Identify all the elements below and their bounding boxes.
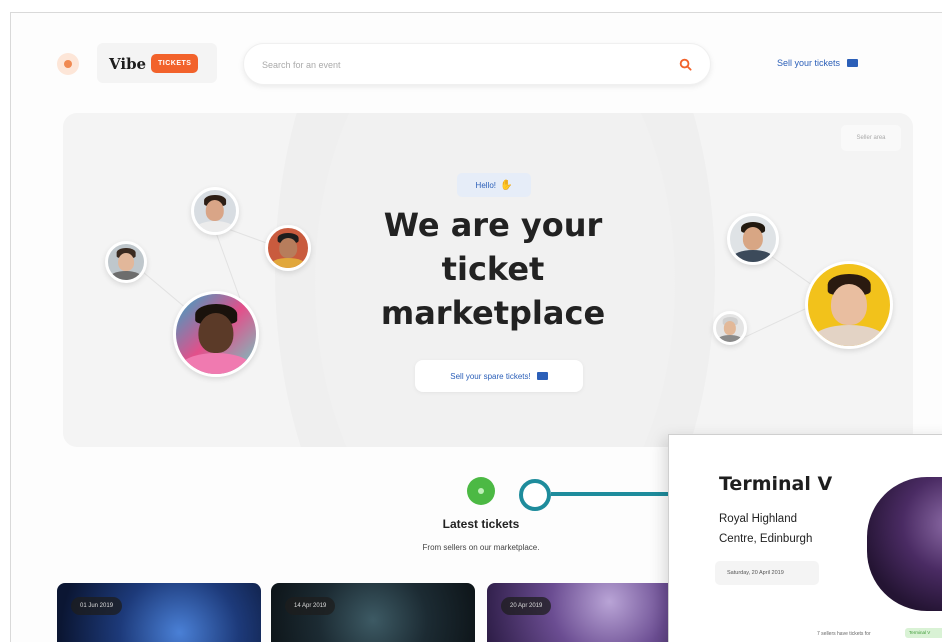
- hero-title-line: marketplace: [380, 294, 606, 332]
- hero-corner-button[interactable]: Seller area: [841, 125, 901, 151]
- step-indicator-active: [467, 477, 495, 505]
- sell-tickets-label: Sell your tickets: [777, 58, 841, 68]
- event-sellers-text: 7 sellers have tickets for: [817, 631, 871, 637]
- event-image: [867, 477, 942, 611]
- event-venue-line: Royal Highland: [719, 513, 797, 525]
- latest-tickets-subtitle: From sellers on our marketplace.: [422, 543, 540, 552]
- hero-section: Seller area Hello! ✋ We are your ticket …: [63, 113, 913, 447]
- avatar: [727, 213, 779, 265]
- ticket-card[interactable]: 20 Apr 2019: [487, 583, 691, 642]
- ticket-date: 20 Apr 2019: [501, 597, 552, 615]
- callout-connector: [551, 492, 671, 496]
- event-tag[interactable]: Terminal V: [905, 628, 942, 638]
- menu-icon: [64, 60, 72, 68]
- hero-title: We are your ticket marketplace: [353, 203, 633, 335]
- hero-title-line: We are your: [383, 206, 603, 244]
- avatar: [265, 225, 311, 271]
- avatar: [713, 311, 747, 345]
- event-venue-line: Centre, Edinburgh: [719, 533, 813, 545]
- app-frame: Vibe TICKETS Sell your tickets Seller ar…: [10, 12, 942, 642]
- ticket-card[interactable]: 01 Jun 2019: [57, 583, 261, 642]
- greeting-badge: Hello! ✋: [457, 173, 531, 197]
- avatar: [173, 291, 259, 377]
- event-detail-popup[interactable]: Terminal V Royal Highland Centre, Edinbu…: [668, 434, 942, 642]
- ticket-icon: [847, 59, 859, 67]
- avatar: [191, 187, 239, 235]
- sell-spare-tickets-button[interactable]: Sell your spare tickets!: [415, 360, 583, 392]
- search-bar: [243, 43, 711, 85]
- ticket-date: 01 Jun 2019: [71, 597, 123, 615]
- site-header: Vibe TICKETS Sell your tickets: [11, 13, 942, 109]
- sell-tickets-link[interactable]: Sell your tickets: [777, 58, 859, 68]
- event-venue: Royal Highland Centre, Edinburgh: [719, 509, 869, 549]
- latest-tickets-title: Latest tickets: [442, 517, 520, 531]
- greeting-text: Hello!: [475, 180, 496, 190]
- ticket-icon: [536, 372, 548, 380]
- event-date: Saturday, 20 April 2019: [715, 561, 819, 585]
- logo-badge: TICKETS: [151, 54, 199, 73]
- menu-button[interactable]: [57, 53, 79, 75]
- event-title: Terminal V: [719, 473, 833, 495]
- step-indicator-ring: [519, 479, 551, 511]
- search-input[interactable]: [262, 56, 642, 74]
- avatar: [105, 241, 147, 283]
- ticket-card[interactable]: 14 Apr 2019: [271, 583, 475, 642]
- logo-text[interactable]: Vibe: [109, 55, 146, 73]
- avatar: [805, 261, 893, 349]
- step-dot: [478, 488, 484, 494]
- hero-title-line: ticket: [441, 250, 545, 288]
- search-icon[interactable]: [679, 58, 692, 71]
- sell-spare-tickets-label: Sell your spare tickets!: [450, 371, 531, 381]
- wave-icon: ✋: [500, 179, 513, 191]
- ticket-date: 14 Apr 2019: [285, 597, 336, 615]
